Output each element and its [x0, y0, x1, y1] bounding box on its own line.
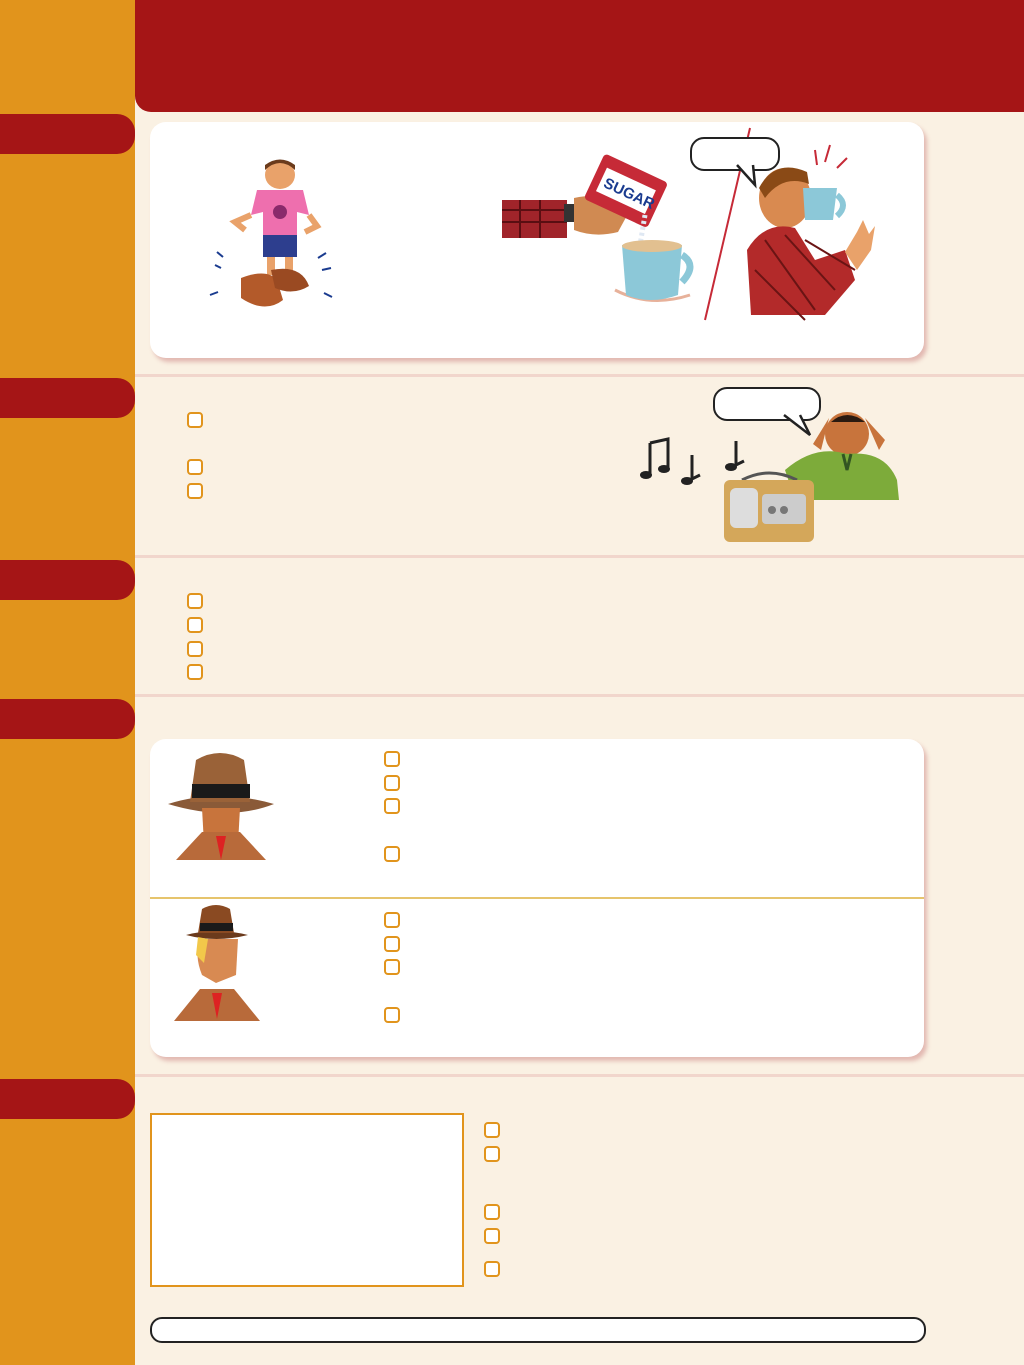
section-tab-1 [0, 114, 135, 154]
checkbox[interactable] [187, 593, 203, 609]
checkbox[interactable] [484, 1204, 500, 1220]
card-divider [150, 897, 924, 899]
header-bar [135, 0, 1024, 112]
checkbox[interactable] [384, 775, 400, 791]
text-box [150, 1113, 464, 1287]
checkbox[interactable] [384, 798, 400, 814]
checkbox[interactable] [187, 664, 203, 680]
checkbox[interactable] [384, 912, 400, 928]
sidebar [0, 0, 135, 1365]
section-divider [135, 1074, 1024, 1077]
checkbox[interactable] [187, 483, 203, 499]
checkbox[interactable] [384, 1007, 400, 1023]
section-tab-5 [0, 1079, 135, 1119]
section-tab-2 [0, 378, 135, 418]
checkbox[interactable] [484, 1122, 500, 1138]
checkbox[interactable] [187, 459, 203, 475]
checkbox[interactable] [187, 617, 203, 633]
sugar-pouring-illustration: SUGAR [502, 154, 694, 302]
checkbox[interactable] [187, 641, 203, 657]
checkbox[interactable] [484, 1146, 500, 1162]
section-divider [135, 694, 1024, 697]
man-drinking-illustration [747, 144, 875, 321]
answer-input[interactable] [150, 1317, 926, 1343]
checkbox[interactable] [384, 846, 400, 862]
section-divider [135, 555, 1024, 558]
checkbox[interactable] [484, 1261, 500, 1277]
section-divider [135, 374, 1024, 377]
boy-big-shoes-illustration [209, 159, 333, 307]
detective-dark-hat-portrait [168, 753, 274, 860]
checkbox[interactable] [384, 751, 400, 767]
checkbox[interactable] [484, 1228, 500, 1244]
checkbox[interactable] [384, 959, 400, 975]
radio-illustration [724, 471, 814, 542]
section-tab-3 [0, 560, 135, 600]
detective-blond-portrait [174, 905, 260, 1021]
checkbox[interactable] [384, 936, 400, 952]
checkbox[interactable] [187, 412, 203, 428]
section-tab-4 [0, 699, 135, 739]
